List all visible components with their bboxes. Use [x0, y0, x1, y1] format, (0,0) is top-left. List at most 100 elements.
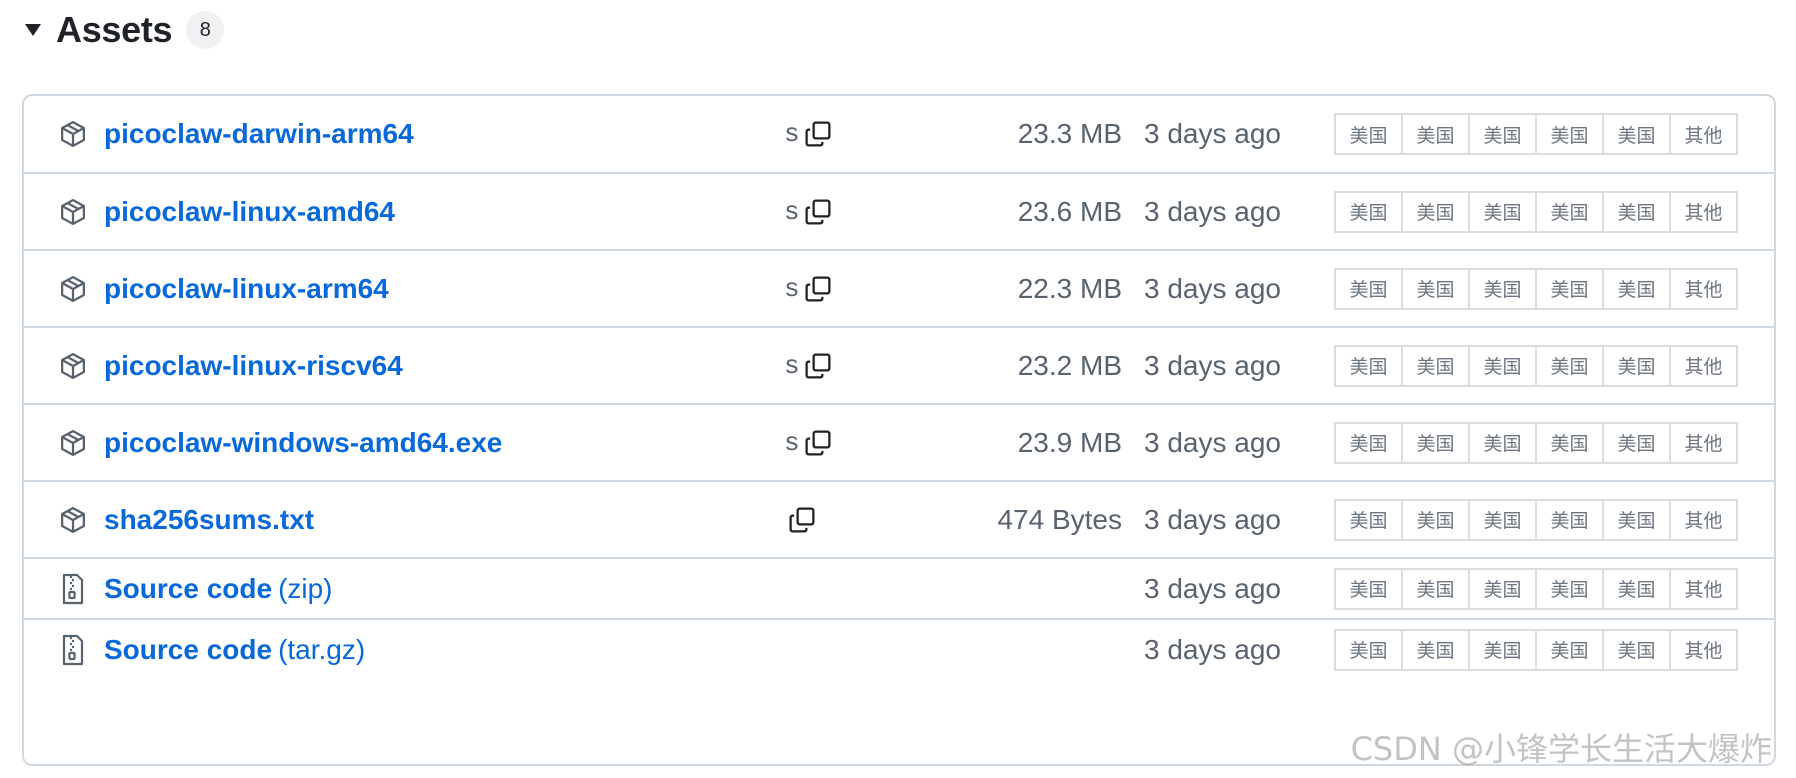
package-icon: [56, 195, 90, 229]
asset-name: picoclaw-darwin-arm64: [104, 118, 414, 149]
copy-icon[interactable]: [802, 195, 834, 229]
asset-size: 22.3 MB: [1017, 272, 1122, 304]
asset-link[interactable]: picoclaw-darwin-arm64: [104, 117, 414, 151]
mirror-tag[interactable]: 美国: [1468, 344, 1537, 387]
assets-title: Assets: [56, 9, 173, 50]
mirror-tag[interactable]: 美国: [1535, 190, 1604, 233]
asset-name: picoclaw-linux-riscv64: [104, 349, 403, 381]
asset-link[interactable]: picoclaw-linux-arm64: [104, 272, 389, 306]
copy-icon[interactable]: [786, 503, 818, 537]
copy-icon[interactable]: [802, 117, 834, 151]
mirror-tag[interactable]: 美国: [1602, 567, 1671, 610]
asset-date: 3 days ago: [1144, 195, 1281, 227]
mirror-tag[interactable]: 美国: [1468, 267, 1537, 310]
mirror-tag[interactable]: 美国: [1602, 267, 1671, 310]
mirror-tag[interactable]: 其他: [1669, 190, 1738, 233]
mirror-tag[interactable]: 美国: [1468, 421, 1537, 464]
mirror-tag[interactable]: 美国: [1535, 628, 1604, 671]
asset-date: 3 days ago: [1144, 503, 1281, 535]
mirror-tag[interactable]: 美国: [1401, 498, 1470, 541]
copy-icon[interactable]: [802, 349, 834, 383]
sha-digest: s: [784, 114, 844, 154]
package-icon: [56, 349, 90, 383]
asset-row: sha256sums.txt 474 Bytes 3 days ago 美国 美国 美国美…: [24, 480, 1774, 557]
copy-icon[interactable]: [802, 272, 834, 306]
asset-date: 3 days ago: [1144, 572, 1281, 604]
mirror-tag[interactable]: 其他: [1669, 113, 1738, 155]
mirror-tag[interactable]: 美国: [1401, 190, 1470, 233]
mirror-tag[interactable]: 其他: [1669, 628, 1738, 671]
mirror-tag[interactable]: 美国: [1401, 421, 1470, 464]
mirror-tag[interactable]: 其他: [1669, 421, 1738, 464]
asset-date: 3 days ago: [1144, 349, 1281, 381]
mirror-tag[interactable]: 其他: [1669, 567, 1738, 610]
asset-size: 23.2 MB: [1017, 349, 1122, 381]
asset-date: 3 days ago: [1144, 118, 1281, 149]
asset-row: Source code (tar.gz) 3 days ago 美国 美国 美国 美国 美国其…: [24, 618, 1774, 764]
mirror-tag[interactable]: 美国: [1535, 498, 1604, 541]
mirror-tag[interactable]: 美国: [1468, 113, 1537, 155]
mirror-tag[interactable]: 美国: [1535, 267, 1604, 310]
package-icon: [56, 272, 90, 306]
mirror-tag[interactable]: 美国: [1401, 113, 1470, 155]
mirror-tag[interactable]: 美国: [1468, 498, 1537, 541]
mirror-tags: 美国 美国 美国 美国 美国 其他: [1334, 344, 1738, 387]
mirror-tag[interactable]: 美国: [1468, 628, 1537, 671]
asset-row: picoclaw-linux-arm64 s 22.3 MB 3 days ago 美国…: [24, 249, 1774, 326]
mirror-tag[interactable]: 美国: [1401, 628, 1470, 671]
mirror-tag[interactable]: 美国: [1535, 567, 1604, 610]
asset-link[interactable]: picoclaw-linux-riscv64: [104, 349, 403, 383]
mirror-tag[interactable]: 美国: [1535, 344, 1604, 387]
collapse-toggle-icon[interactable]: [20, 17, 46, 43]
mirror-tag[interactable]: 美国: [1401, 267, 1470, 310]
mirror-tag[interactable]: 美国: [1468, 190, 1537, 233]
mirror-tag[interactable]: 美国: [1602, 628, 1671, 671]
asset-name: Source code: [104, 572, 273, 604]
asset-name: picoclaw-linux-amd64: [104, 195, 395, 227]
mirror-tag[interactable]: 美国: [1334, 113, 1403, 155]
asset-name: sha256sums.txt: [104, 503, 315, 535]
asset-link[interactable]: picoclaw-linux-amd64: [104, 195, 395, 229]
asset-size: 23.6 MB: [1017, 195, 1122, 227]
mirror-tag[interactable]: 美国: [1334, 498, 1403, 541]
copy-icon[interactable]: [802, 426, 834, 460]
mirror-tag[interactable]: 其他: [1669, 344, 1738, 387]
sha-digest: s: [784, 423, 844, 463]
file-zip-icon: [56, 633, 90, 667]
asset-link[interactable]: Source code (zip): [104, 572, 333, 606]
mirror-tag[interactable]: 美国: [1535, 421, 1604, 464]
asset-date: 3 days ago: [1144, 426, 1281, 458]
mirror-tag[interactable]: 美国: [1401, 567, 1470, 610]
mirror-tag[interactable]: 美国: [1602, 344, 1671, 387]
asset-name: Source code: [104, 633, 273, 665]
mirror-tag[interactable]: 其他: [1669, 267, 1738, 310]
mirror-tag[interactable]: 美国: [1334, 628, 1403, 671]
mirror-tags: 美国 美国 美国 美国 美国 其他: [1334, 628, 1738, 671]
mirror-tag[interactable]: 美国: [1602, 498, 1671, 541]
asset-link[interactable]: Source code (tar.gz): [104, 633, 365, 667]
mirror-tag[interactable]: 美国: [1602, 113, 1671, 155]
assets-header: Assets 8: [20, 6, 225, 54]
mirror-tag[interactable]: 美国: [1602, 421, 1671, 464]
sha-fragment: s: [784, 273, 800, 304]
mirror-tag[interactable]: 美国: [1334, 267, 1403, 310]
sha-digest: s: [784, 269, 844, 309]
assets-count-badge: 8: [186, 11, 225, 49]
mirror-tag[interactable]: 美国: [1334, 344, 1403, 387]
mirror-tags: 美国 美国 美国 美国 美国 其他: [1334, 421, 1738, 464]
mirror-tag[interactable]: 美国: [1602, 190, 1671, 233]
asset-date: 3 days ago: [1144, 633, 1281, 665]
mirror-tag[interactable]: 其他: [1669, 498, 1738, 541]
sha-fragment: s: [784, 119, 800, 149]
mirror-tag[interactable]: 美国: [1334, 567, 1403, 610]
mirror-tag[interactable]: 美国: [1535, 113, 1604, 155]
sha-fragment: s: [784, 427, 800, 458]
asset-link[interactable]: picoclaw-windows-amd64.exe: [104, 426, 502, 460]
mirror-tag[interactable]: 美国: [1468, 567, 1537, 610]
mirror-tag[interactable]: 美国: [1334, 421, 1403, 464]
asset-link[interactable]: sha256sums.txt: [104, 503, 314, 537]
mirror-tags: 美国 美国 美国 美国 美国 其他: [1334, 113, 1738, 155]
assets-list: picoclaw-darwin-arm64 s 23.3 MB 3 days ago 美…: [22, 94, 1776, 766]
mirror-tag[interactable]: 美国: [1334, 190, 1403, 233]
mirror-tag[interactable]: 美国: [1401, 344, 1470, 387]
